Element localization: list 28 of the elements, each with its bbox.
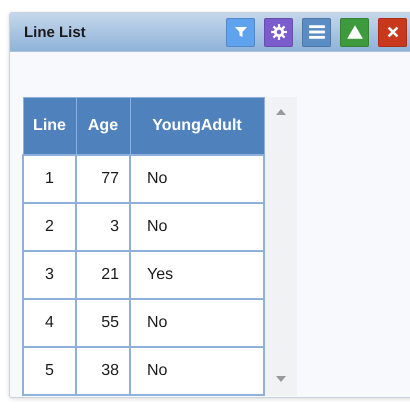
table-cell: 5: [23, 347, 76, 395]
window-title: Line List: [24, 24, 87, 40]
scroll-up-icon[interactable]: [276, 109, 286, 115]
gear-icon: [270, 23, 288, 41]
table-cell: 55: [76, 299, 130, 347]
triangle-icon: [346, 23, 364, 41]
collapse-button[interactable]: [340, 18, 369, 46]
settings-button[interactable]: [264, 18, 293, 46]
scroll-down-icon[interactable]: [276, 376, 286, 382]
table-cell: 3: [23, 251, 76, 299]
table-cell: 21: [76, 251, 130, 299]
scrollbar[interactable]: [265, 97, 297, 396]
column-header[interactable]: YoungAdult: [130, 98, 264, 155]
table-cell: No: [130, 155, 264, 203]
table-cell: 2: [23, 203, 76, 251]
menu-icon: [308, 23, 326, 41]
table-cell: 77: [76, 155, 130, 203]
column-header[interactable]: Line: [23, 98, 76, 155]
column-header[interactable]: Age: [76, 98, 130, 155]
menu-button[interactable]: [302, 18, 331, 46]
filter-button[interactable]: [226, 18, 255, 46]
table-cell: 1: [23, 155, 76, 203]
table-cell: 3: [76, 203, 130, 251]
filter-icon: [232, 24, 248, 40]
table-cell: 4: [23, 299, 76, 347]
table-cell: 38: [76, 347, 130, 395]
close-icon: [386, 25, 400, 39]
close-button[interactable]: [378, 18, 407, 46]
